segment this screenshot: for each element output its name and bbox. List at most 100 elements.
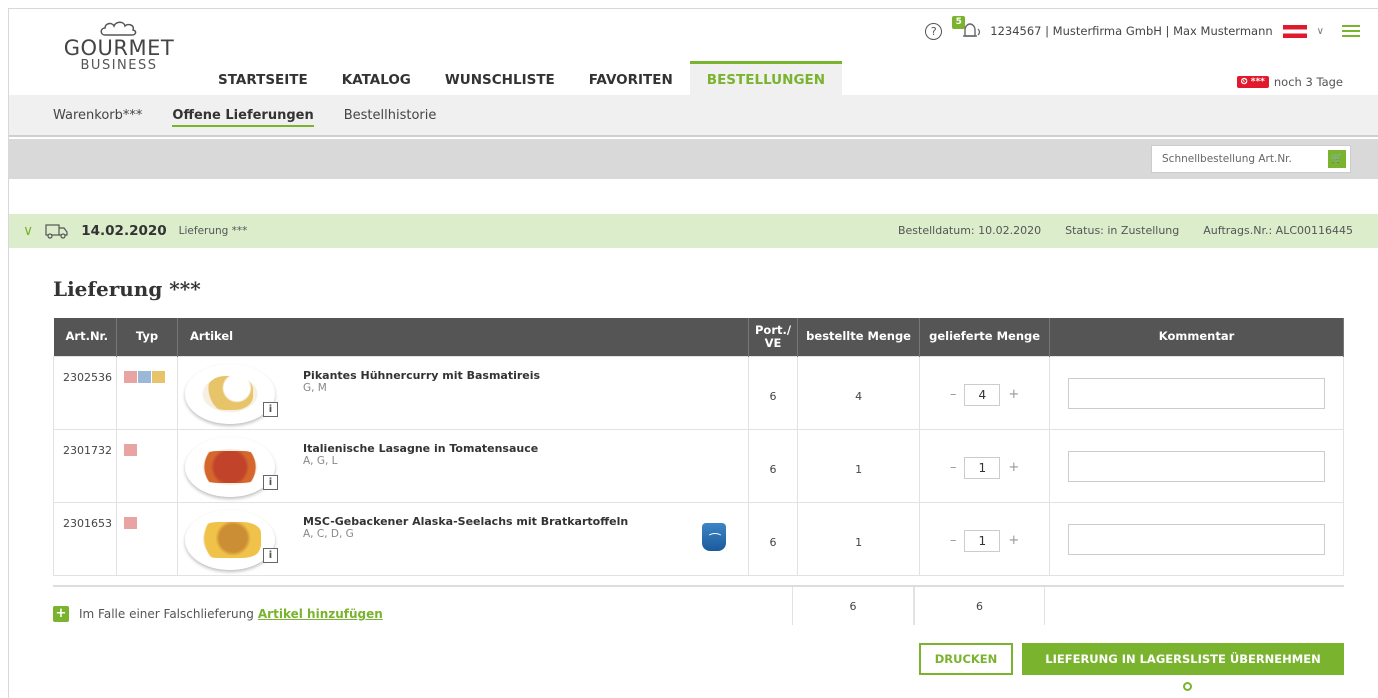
logo[interactable]: GOURMET BUSINESS: [49, 21, 189, 73]
deadline-tag: ***: [1250, 77, 1265, 87]
info-icon[interactable]: i: [263, 547, 278, 563]
delivery-table: Art.Nr. Typ Artikel Port./ VE bestellte …: [53, 318, 1344, 576]
port-cell: 6: [747, 428, 799, 503]
increment-button[interactable]: +: [1008, 460, 1019, 475]
frozen-icon: [138, 370, 151, 383]
nav-katalog[interactable]: KATALOG: [325, 61, 428, 95]
comment-cell: [1049, 501, 1344, 576]
col-artnr: Art.Nr.: [53, 318, 117, 356]
sub-nav: Warenkorb*** Offene Lieferungen Bestellh…: [9, 95, 1378, 137]
brand-sub: BUSINESS: [80, 58, 158, 73]
article-allergens: A, C, D, G: [303, 527, 354, 540]
msc-label-icon: [702, 522, 726, 551]
table-row: 2301653 i MSC-Gebackener Alaska-Seelachs…: [53, 501, 1344, 576]
quick-order-bar: Schnellbestellung Art.Nr. 🛒: [9, 139, 1378, 179]
delivery-header[interactable]: ∨ 14.02.2020 Lieferung *** Bestelldatum:…: [9, 214, 1378, 248]
order-date: Bestelldatum: 10.02.2020: [897, 224, 1042, 237]
quick-order-input[interactable]: Schnellbestellung Art.Nr. 🛒: [1151, 145, 1351, 173]
cart-icon[interactable]: 🛒: [1328, 150, 1346, 168]
menu-icon[interactable]: [1342, 25, 1360, 37]
port-cell: 6: [747, 501, 799, 576]
top-bar: ? 5 1234567 | Musterfirma GmbH | Max Mus…: [925, 16, 1360, 41]
decrement-button[interactable]: –: [950, 387, 957, 402]
comment-cell: [1049, 428, 1344, 503]
comment-cell: [1049, 355, 1344, 430]
artnr-cell: 2302536: [53, 355, 117, 430]
page-title: Lieferung ***: [53, 277, 201, 301]
delivery-date: 14.02.2020: [81, 223, 167, 239]
col-kommentar: Kommentar: [1049, 318, 1344, 356]
save-to-stock-button[interactable]: LIEFERUNG IN LAGERSLISTE ÜBERNEHMEN: [1022, 643, 1344, 675]
order-deadline: ⏲ *** noch 3 Tage: [1236, 75, 1343, 89]
chicken-icon: [124, 370, 137, 383]
info-icon[interactable]: i: [263, 401, 278, 417]
nav-startseite[interactable]: STARTSEITE: [201, 61, 325, 95]
subnav-warenkorb[interactable]: Warenkorb***: [53, 95, 142, 135]
delivered-cell: – 4 +: [919, 355, 1051, 430]
nav-favoriten[interactable]: FAVORITEN: [572, 61, 690, 95]
col-bestellt: bestellte Menge: [797, 318, 921, 356]
add-article-text: Im Falle einer Falschlieferung: [79, 607, 254, 621]
chevron-down-icon[interactable]: ∨: [23, 214, 33, 248]
comment-input[interactable]: [1068, 524, 1325, 555]
quantity-stepper: – 1 +: [950, 529, 1019, 552]
product-image[interactable]: [185, 436, 275, 497]
meat-icon: [124, 443, 137, 456]
nav-wunschliste[interactable]: WUNSCHLISTE: [428, 61, 572, 95]
grain-icon: [152, 370, 165, 383]
delivered-qty-input[interactable]: 1: [964, 529, 1001, 552]
comment-input[interactable]: [1068, 451, 1325, 482]
add-article-line: + Im Falle einer Falschlieferung Artikel…: [53, 606, 383, 622]
article-cell: i Italienische Lasagne in Tomatensauce A…: [177, 428, 749, 503]
artnr-cell: 2301653: [53, 501, 117, 576]
delivery-status: Status: in Zustellung: [1065, 224, 1180, 237]
increment-button[interactable]: +: [1008, 387, 1019, 402]
type-icons: [116, 355, 178, 430]
order-number: Auftrags.Nr.: ALC00116445: [1203, 224, 1353, 237]
print-button[interactable]: DRUCKEN: [919, 643, 1013, 675]
subnav-bestellhistorie[interactable]: Bestellhistorie: [344, 95, 437, 135]
help-icon[interactable]: ?: [925, 22, 943, 40]
decrement-button[interactable]: –: [950, 533, 957, 548]
deadline-text: noch 3 Tage: [1273, 75, 1343, 89]
total-ordered: 6: [792, 587, 914, 625]
article-name[interactable]: Italienische Lasagne in Tomatensauce: [303, 442, 538, 455]
article-cell: i MSC-Gebackener Alaska-Seelachs mit Bra…: [177, 501, 749, 576]
col-artikel: Artikel: [177, 318, 749, 356]
port-cell: 6: [747, 355, 799, 430]
nav-bestellungen[interactable]: BESTELLUNGEN: [689, 61, 843, 95]
article-allergens: A, G, L: [303, 454, 338, 467]
article-allergens: G, M: [303, 381, 327, 394]
article-name[interactable]: Pikantes Hühnercurry mit Basmatireis: [303, 369, 540, 382]
quantity-stepper: – 4 +: [950, 383, 1019, 406]
col-geliefert: gelieferte Menge: [919, 318, 1051, 356]
bell-icon: [963, 23, 981, 37]
info-icon[interactable]: i: [263, 474, 278, 490]
decrement-button[interactable]: –: [950, 460, 957, 475]
table-row: 2301732 i Italienische Lasagne in Tomate…: [53, 428, 1344, 503]
notifications[interactable]: 5: [952, 16, 981, 41]
table-row: 2302536 i Pikantes Hühnercurry mit Basma…: [53, 355, 1344, 430]
type-icons: [116, 428, 178, 503]
chevron-down-icon[interactable]: ∨: [1317, 26, 1324, 37]
increment-button[interactable]: +: [1008, 533, 1019, 548]
comment-input[interactable]: [1068, 378, 1325, 409]
account-info[interactable]: 1234567 | Musterfirma GmbH | Max Musterm…: [990, 24, 1272, 38]
product-image[interactable]: [185, 363, 275, 424]
article-name[interactable]: MSC-Gebackener Alaska-Seelachs mit Bratk…: [303, 515, 628, 528]
delivered-cell: – 1 +: [919, 501, 1051, 576]
total-delivered: 6: [914, 587, 1045, 625]
add-article-link[interactable]: Artikel hinzufügen: [258, 607, 383, 621]
article-cell: i Pikantes Hühnercurry mit Basmatireis G…: [177, 355, 749, 430]
delivered-qty-input[interactable]: 4: [964, 383, 1001, 406]
delivered-qty-input[interactable]: 1: [964, 456, 1001, 479]
subnav-offene-lieferungen[interactable]: Offene Lieferungen: [172, 95, 315, 135]
product-image[interactable]: [185, 509, 275, 570]
delivery-label: Lieferung ***: [178, 225, 248, 237]
main-nav: STARTSEITE KATALOG WUNSCHLISTE FAVORITEN…: [201, 61, 843, 95]
location-pin-icon: [1183, 682, 1192, 691]
flag-austria-icon[interactable]: [1282, 24, 1307, 38]
artnr-cell: 2301732: [53, 428, 117, 503]
ordered-qty: 4: [797, 355, 921, 430]
plus-icon[interactable]: +: [53, 606, 69, 622]
